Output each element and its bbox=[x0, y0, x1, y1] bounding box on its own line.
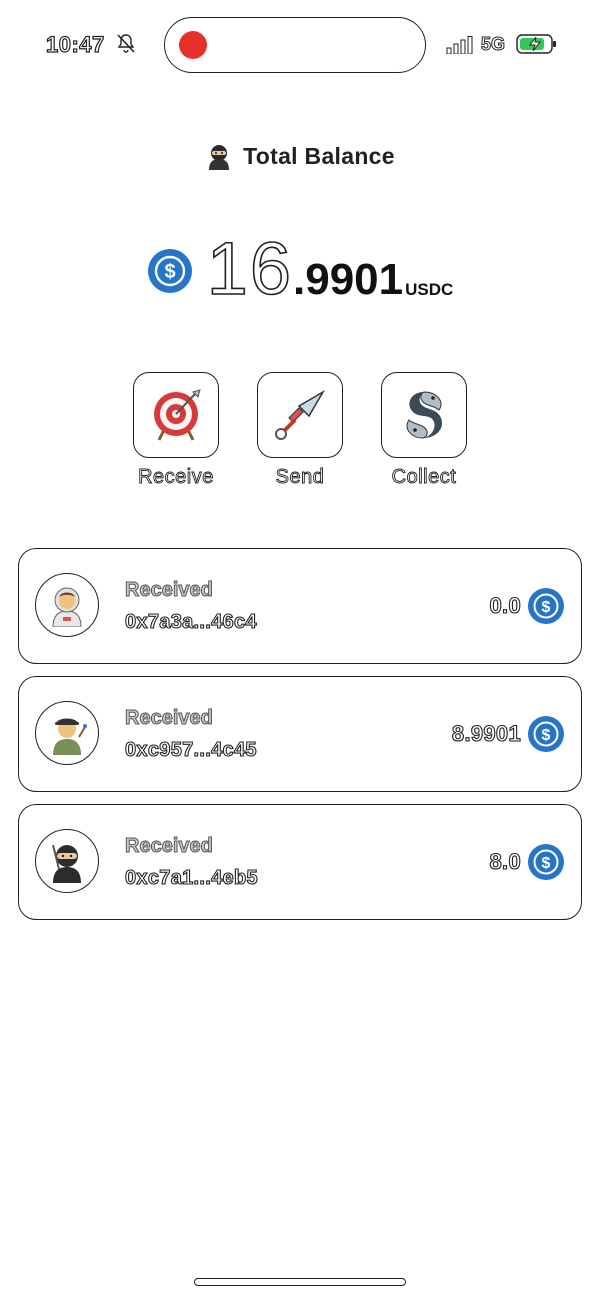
transaction-type: Received bbox=[125, 707, 214, 730]
send-label: Send bbox=[275, 466, 325, 489]
balance-header: Total Balance bbox=[0, 142, 600, 170]
transaction-item[interactable]: Received 0xc957...4c45 8.9901 $ bbox=[18, 676, 582, 792]
transaction-item[interactable]: Received 0xc7a1...4eb5 8.0 $ bbox=[18, 804, 582, 920]
wallet-screen: 10:47 5G Total Balance $ 16 .9901 USDC R… bbox=[0, 0, 600, 1300]
transaction-list: Received 0x7a3a...46c4 0.0 $ Received 0x… bbox=[18, 548, 582, 932]
transaction-type: Received bbox=[125, 579, 214, 602]
transaction-amount-group: 8.0 $ bbox=[489, 843, 565, 881]
transaction-amount-group: 8.9901 $ bbox=[451, 715, 565, 753]
svg-text:$: $ bbox=[542, 855, 551, 872]
status-bar: 10:47 5G bbox=[0, 0, 600, 90]
signal-icon bbox=[446, 36, 473, 54]
usdc-icon: $ bbox=[528, 588, 564, 624]
svg-text:$: $ bbox=[542, 599, 551, 616]
receive-button[interactable]: Receive bbox=[133, 372, 219, 489]
receive-label: Receive bbox=[138, 466, 214, 489]
avatar bbox=[35, 573, 99, 637]
avatar bbox=[35, 701, 99, 765]
record-indicator bbox=[179, 31, 207, 59]
avatar bbox=[35, 829, 99, 893]
svg-text:$: $ bbox=[164, 261, 175, 283]
ninja-icon bbox=[209, 145, 230, 170]
status-time: 10:47 bbox=[45, 31, 105, 57]
collect-label: Collect bbox=[391, 466, 457, 489]
balance-display: $ 16 .9901 USDC bbox=[0, 227, 600, 310]
transaction-address: 0x7a3a...46c4 bbox=[124, 610, 257, 633]
transaction-amount: 8.0 bbox=[489, 848, 521, 874]
transaction-amount: 8.9901 bbox=[451, 720, 521, 746]
transaction-type: Received bbox=[125, 835, 214, 858]
send-button-tile[interactable] bbox=[257, 372, 343, 458]
usdc-icon: $ bbox=[147, 249, 192, 293]
battery-charging-icon bbox=[516, 34, 556, 54]
usdc-icon: $ bbox=[528, 844, 564, 880]
astronaut-avatar-icon bbox=[52, 587, 82, 627]
kunai-icon bbox=[275, 389, 326, 440]
balance-title: Total Balance bbox=[243, 142, 395, 169]
balance-integer: 16 bbox=[206, 227, 294, 310]
transaction-amount-group: 0.0 $ bbox=[489, 587, 565, 625]
bell-slash-icon bbox=[117, 34, 135, 53]
action-buttons: Receive Send Collect bbox=[0, 372, 600, 489]
transaction-amount: 0.0 bbox=[489, 592, 521, 618]
balance-decimal: .9901 bbox=[293, 255, 404, 304]
transaction-address: 0xc7a1...4eb5 bbox=[124, 866, 258, 889]
network-label: 5G bbox=[480, 34, 506, 55]
home-indicator[interactable] bbox=[194, 1278, 406, 1286]
transaction-address: 0xc957...4c45 bbox=[124, 738, 257, 761]
ninja-avatar-icon bbox=[52, 844, 81, 883]
send-button[interactable]: Send bbox=[257, 372, 343, 489]
yin-yang-fish-icon bbox=[406, 391, 443, 439]
collect-button[interactable]: Collect bbox=[381, 372, 467, 489]
collect-button-tile[interactable] bbox=[381, 372, 467, 458]
dynamic-island[interactable] bbox=[164, 17, 426, 73]
svg-text:$: $ bbox=[542, 727, 551, 744]
target-icon bbox=[154, 389, 201, 441]
receive-button-tile[interactable] bbox=[133, 372, 219, 458]
transaction-item[interactable]: Received 0x7a3a...46c4 0.0 $ bbox=[18, 548, 582, 664]
usdc-icon: $ bbox=[528, 716, 564, 752]
balance-unit: USDC bbox=[405, 280, 454, 299]
artist-avatar-icon bbox=[53, 718, 87, 755]
